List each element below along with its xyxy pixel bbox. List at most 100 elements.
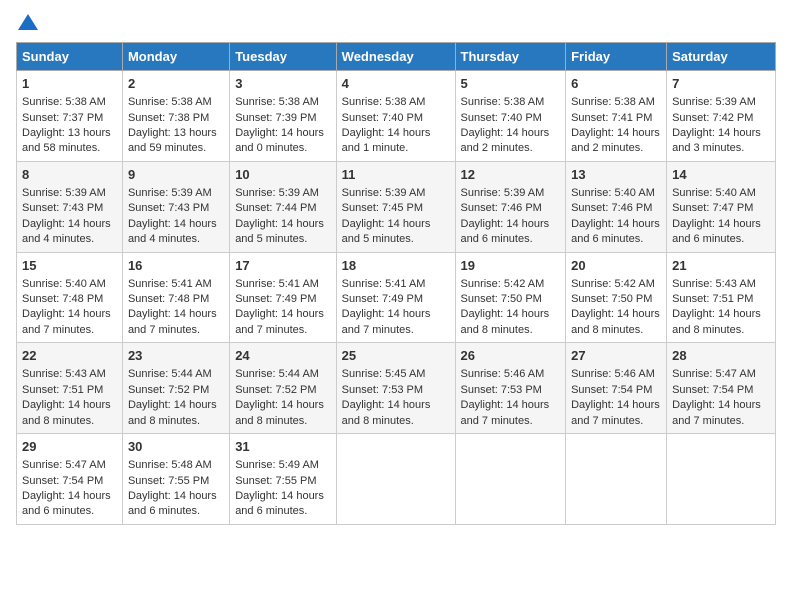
- daylight-text: Daylight: 14 hours and 0 minutes.: [235, 127, 324, 154]
- sunrise-text: Sunrise: 5:41 AM: [342, 278, 426, 290]
- daylight-text: Daylight: 13 hours and 59 minutes.: [128, 127, 217, 154]
- table-row: 15Sunrise: 5:40 AMSunset: 7:48 PMDayligh…: [17, 252, 123, 343]
- sunset-text: Sunset: 7:51 PM: [672, 293, 753, 305]
- daylight-text: Daylight: 14 hours and 8 minutes.: [571, 308, 660, 335]
- table-row: 25Sunrise: 5:45 AMSunset: 7:53 PMDayligh…: [336, 343, 455, 434]
- calendar-row: 29Sunrise: 5:47 AMSunset: 7:54 PMDayligh…: [17, 434, 776, 525]
- sunrise-text: Sunrise: 5:48 AM: [128, 459, 212, 471]
- sunrise-text: Sunrise: 5:40 AM: [22, 278, 106, 290]
- table-row: 2Sunrise: 5:38 AMSunset: 7:38 PMDaylight…: [122, 71, 229, 162]
- sunrise-text: Sunrise: 5:42 AM: [461, 278, 545, 290]
- day-number: 18: [342, 257, 450, 275]
- col-thursday: Thursday: [455, 43, 566, 71]
- sunrise-text: Sunrise: 5:38 AM: [571, 96, 655, 108]
- sunset-text: Sunset: 7:42 PM: [672, 112, 753, 124]
- table-row: 30Sunrise: 5:48 AMSunset: 7:55 PMDayligh…: [122, 434, 229, 525]
- table-row: [336, 434, 455, 525]
- table-row: 19Sunrise: 5:42 AMSunset: 7:50 PMDayligh…: [455, 252, 566, 343]
- day-number: 14: [672, 166, 770, 184]
- sunset-text: Sunset: 7:43 PM: [22, 202, 103, 214]
- daylight-text: Daylight: 14 hours and 8 minutes.: [128, 399, 217, 426]
- sunrise-text: Sunrise: 5:38 AM: [128, 96, 212, 108]
- sunset-text: Sunset: 7:50 PM: [461, 293, 542, 305]
- sunset-text: Sunset: 7:55 PM: [128, 475, 209, 487]
- sunset-text: Sunset: 7:38 PM: [128, 112, 209, 124]
- daylight-text: Daylight: 14 hours and 7 minutes.: [571, 399, 660, 426]
- sunrise-text: Sunrise: 5:46 AM: [461, 368, 545, 380]
- sunrise-text: Sunrise: 5:45 AM: [342, 368, 426, 380]
- calendar-row: 22Sunrise: 5:43 AMSunset: 7:51 PMDayligh…: [17, 343, 776, 434]
- day-number: 4: [342, 75, 450, 93]
- sunset-text: Sunset: 7:49 PM: [342, 293, 423, 305]
- day-number: 19: [461, 257, 561, 275]
- table-row: 13Sunrise: 5:40 AMSunset: 7:46 PMDayligh…: [566, 161, 667, 252]
- sunrise-text: Sunrise: 5:40 AM: [672, 187, 756, 199]
- sunrise-text: Sunrise: 5:43 AM: [672, 278, 756, 290]
- day-number: 15: [22, 257, 117, 275]
- sunset-text: Sunset: 7:44 PM: [235, 202, 316, 214]
- sunset-text: Sunset: 7:47 PM: [672, 202, 753, 214]
- sunset-text: Sunset: 7:46 PM: [571, 202, 652, 214]
- table-row: 12Sunrise: 5:39 AMSunset: 7:46 PMDayligh…: [455, 161, 566, 252]
- daylight-text: Daylight: 14 hours and 6 minutes.: [235, 490, 324, 517]
- day-number: 1: [22, 75, 117, 93]
- sunrise-text: Sunrise: 5:39 AM: [672, 96, 756, 108]
- col-wednesday: Wednesday: [336, 43, 455, 71]
- day-number: 9: [128, 166, 224, 184]
- sunrise-text: Sunrise: 5:38 AM: [461, 96, 545, 108]
- col-tuesday: Tuesday: [230, 43, 336, 71]
- day-number: 13: [571, 166, 661, 184]
- day-number: 23: [128, 347, 224, 365]
- sunset-text: Sunset: 7:54 PM: [672, 384, 753, 396]
- sunset-text: Sunset: 7:53 PM: [342, 384, 423, 396]
- table-row: [455, 434, 566, 525]
- table-row: 31Sunrise: 5:49 AMSunset: 7:55 PMDayligh…: [230, 434, 336, 525]
- sunset-text: Sunset: 7:54 PM: [22, 475, 103, 487]
- calendar-row: 1 Sunrise: 5:38 AM Sunset: 7:37 PM Daylight…: [17, 71, 776, 162]
- sunset-text: Sunset: 7:37 PM: [22, 112, 103, 124]
- sunrise-text: Sunrise: 5:47 AM: [672, 368, 756, 380]
- day-number: 12: [461, 166, 561, 184]
- sunrise-text: Sunrise: 5:49 AM: [235, 459, 319, 471]
- table-row: 21Sunrise: 5:43 AMSunset: 7:51 PMDayligh…: [667, 252, 776, 343]
- table-row: 10Sunrise: 5:39 AMSunset: 7:44 PMDayligh…: [230, 161, 336, 252]
- sunset-text: Sunset: 7:41 PM: [571, 112, 652, 124]
- table-row: 6Sunrise: 5:38 AMSunset: 7:41 PMDaylight…: [566, 71, 667, 162]
- logo-icon: [18, 12, 38, 32]
- table-row: 5Sunrise: 5:38 AMSunset: 7:40 PMDaylight…: [455, 71, 566, 162]
- sunrise-text: Sunrise: 5:39 AM: [461, 187, 545, 199]
- sunrise-text: Sunrise: 5:40 AM: [571, 187, 655, 199]
- logo: [16, 16, 38, 32]
- daylight-text: Daylight: 14 hours and 7 minutes.: [461, 399, 550, 426]
- table-row: 17Sunrise: 5:41 AMSunset: 7:49 PMDayligh…: [230, 252, 336, 343]
- daylight-text: Daylight: 14 hours and 6 minutes.: [22, 490, 111, 517]
- table-row: 20Sunrise: 5:42 AMSunset: 7:50 PMDayligh…: [566, 252, 667, 343]
- table-row: [667, 434, 776, 525]
- col-friday: Friday: [566, 43, 667, 71]
- day-number: 7: [672, 75, 770, 93]
- col-monday: Monday: [122, 43, 229, 71]
- sunrise-text: Sunrise: 5:42 AM: [571, 278, 655, 290]
- day-number: 25: [342, 347, 450, 365]
- col-saturday: Saturday: [667, 43, 776, 71]
- table-row: 11Sunrise: 5:39 AMSunset: 7:45 PMDayligh…: [336, 161, 455, 252]
- table-row: 8Sunrise: 5:39 AMSunset: 7:43 PMDaylight…: [17, 161, 123, 252]
- table-row: 16Sunrise: 5:41 AMSunset: 7:48 PMDayligh…: [122, 252, 229, 343]
- sunrise-text: Sunrise: 5:38 AM: [235, 96, 319, 108]
- daylight-text: Daylight: 13 hours and 58 minutes.: [22, 127, 111, 154]
- daylight-text: Daylight: 14 hours and 7 minutes.: [342, 308, 431, 335]
- sunrise-text: Sunrise: 5:38 AM: [22, 96, 106, 108]
- day-number: 6: [571, 75, 661, 93]
- day-number: 28: [672, 347, 770, 365]
- table-row: 27Sunrise: 5:46 AMSunset: 7:54 PMDayligh…: [566, 343, 667, 434]
- table-row: 24Sunrise: 5:44 AMSunset: 7:52 PMDayligh…: [230, 343, 336, 434]
- daylight-text: Daylight: 14 hours and 7 minutes.: [672, 399, 761, 426]
- sunset-text: Sunset: 7:43 PM: [128, 202, 209, 214]
- daylight-text: Daylight: 14 hours and 1 minute.: [342, 127, 431, 154]
- sunrise-text: Sunrise: 5:38 AM: [342, 96, 426, 108]
- table-row: 3Sunrise: 5:38 AMSunset: 7:39 PMDaylight…: [230, 71, 336, 162]
- daylight-text: Daylight: 14 hours and 8 minutes.: [672, 308, 761, 335]
- day-number: 24: [235, 347, 330, 365]
- sunset-text: Sunset: 7:46 PM: [461, 202, 542, 214]
- sunset-text: Sunset: 7:40 PM: [461, 112, 542, 124]
